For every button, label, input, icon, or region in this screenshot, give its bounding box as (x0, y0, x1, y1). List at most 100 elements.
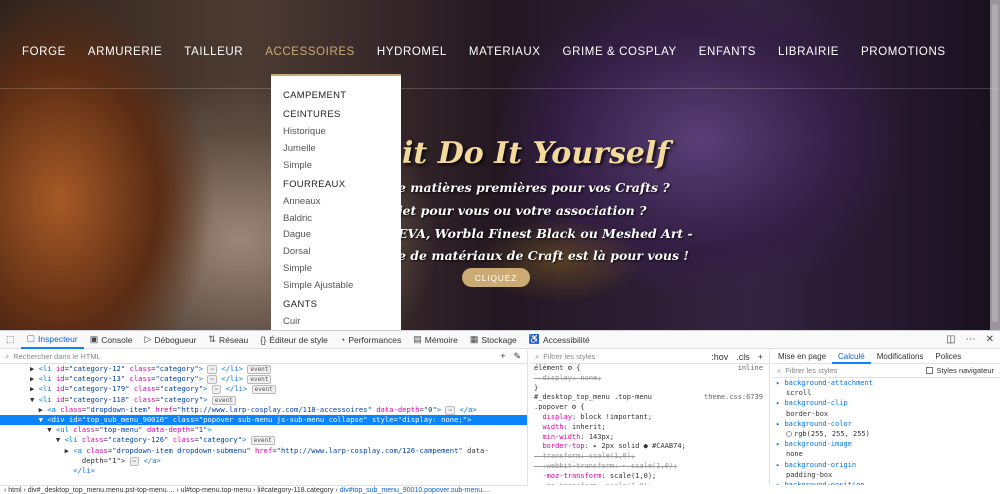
computed-property[interactable]: ▸ background-clip (776, 398, 1000, 408)
markup-node-line[interactable]: </li> (0, 466, 527, 476)
nav-item-tailleur[interactable]: TAILLEUR (184, 46, 265, 58)
computed-property[interactable]: ▸ background-image (776, 439, 1000, 449)
dropdown-item-campement[interactable]: CAMPEMENT (283, 88, 401, 105)
collapsed-badge[interactable]: ⋯ (445, 405, 456, 415)
css-declaration[interactable]: -webkit-transform: ▸ scale(1,0); (534, 462, 677, 470)
css-declaration[interactable]: border-top: ▸ 2px solid ● #CAAB74; (534, 442, 685, 450)
dropdown-item-anneaux[interactable]: Anneaux (283, 194, 401, 211)
css-rule-line[interactable]: display: none; (534, 374, 769, 384)
cliquez-button[interactable]: CLIQUEZ (462, 268, 530, 287)
page-scrollbar[interactable] (990, 0, 1000, 330)
css-rule-line[interactable]: transform: scale(1,0); (534, 452, 769, 462)
css-declaration[interactable]: width: inherit; (534, 423, 605, 431)
rules-filter-bar[interactable]: ⌕ Filtrer les styles :hov .cls + (530, 350, 769, 364)
css-rule-line[interactable]: -ms-transform: scale(1,0); (534, 482, 769, 485)
tab-editeur-de-style[interactable]: {} Éditeur de style (254, 331, 334, 349)
markup-node-line[interactable]: ▶ <li id="category-13" class="category">… (0, 374, 527, 385)
tab-performances[interactable]: ◔ Performances (334, 331, 407, 349)
nav-item-grime-cosplay[interactable]: GRIME & COSPLAY (563, 46, 699, 58)
tab-accessibilite[interactable]: ♿ Accessibilité (523, 331, 596, 349)
add-node-icon[interactable]: + (500, 351, 505, 362)
tab-debogueur[interactable]: ▷ Débogueur (138, 331, 202, 349)
event-badge[interactable]: event (247, 365, 272, 374)
tab-console[interactable]: ▣ Console (84, 331, 139, 349)
css-rule-line[interactable]: .popover ⚙ { (534, 403, 769, 413)
nav-item-hydromel[interactable]: HYDROMEL (377, 46, 469, 58)
css-rule-line[interactable]: width: inherit; (534, 423, 769, 433)
collapsed-badge[interactable]: ⋯ (207, 375, 218, 385)
css-declaration[interactable]: -moz-transform: scale(1,0); (534, 472, 656, 480)
sidebar-tab-polices[interactable]: Polices (929, 350, 967, 364)
css-rule-line[interactable]: display: block !important; (534, 413, 769, 423)
css-rule-line[interactable]: -moz-transform: scale(1,0); (534, 472, 769, 482)
css-rule-line[interactable]: élément ⚙ {inline (534, 364, 769, 374)
css-rule-line[interactable]: min-width: 143px; (534, 433, 769, 443)
rules-button[interactable]: + (758, 352, 763, 362)
rules-button[interactable]: .cls (736, 352, 750, 362)
more-options-icon[interactable]: ⋯ (966, 334, 976, 345)
markup-node-line[interactable]: ▶ <li id="category-179" class="category"… (0, 384, 527, 395)
sidebar-tab-mise-en-page[interactable]: Mise en page (772, 350, 832, 364)
css-declaration[interactable]: display: block !important; (534, 413, 652, 421)
css-rule-line[interactable]: } (534, 384, 769, 394)
dropdown-item-simple[interactable]: Simple (283, 261, 401, 278)
nav-item-promotions[interactable]: PROMOTIONS (861, 46, 968, 58)
dropdown-item-jumelle[interactable]: Jumelle (283, 141, 401, 158)
computed-property[interactable]: ▸ background-position (776, 480, 1000, 485)
breadcrumb-node[interactable]: div#_desktop_top_menu.menu.pst-top-menu.… (28, 487, 175, 494)
close-devtools-icon[interactable]: ✕ (986, 334, 994, 345)
event-badge[interactable]: event (250, 436, 275, 446)
dropdown-item-simple-ajustable[interactable]: Simple Ajustable (283, 278, 401, 295)
nav-item-librairie[interactable]: LIBRAIRIE (778, 46, 861, 58)
tab-stockage[interactable]: ▦ Stockage (464, 331, 523, 349)
tab-reseau[interactable]: ⇅ Réseau (202, 331, 254, 349)
markup-node-line[interactable]: ▼ <ul class="top-menu" data-depth="1"> (0, 425, 527, 435)
tab-memoire[interactable]: ▤ Mémoire (407, 331, 464, 349)
collapsed-badge[interactable]: ⋯ (129, 456, 140, 466)
dropdown-item-fourreaux[interactable]: FOURREAUX (283, 177, 401, 194)
dropdown-item-dorsal[interactable]: Dorsal (283, 244, 401, 261)
browser-styles-toggle[interactable]: Styles navigateur (926, 366, 1000, 375)
markup-node-line[interactable]: ▼ <li class="category-126" class="catego… (0, 435, 527, 446)
sidebar-tab-modifications[interactable]: Modifications (871, 350, 930, 364)
dropdown-item-baldric[interactable]: Baldric (283, 211, 401, 228)
breadcrumb-back-icon[interactable]: ‹ html › (4, 487, 28, 494)
css-declaration[interactable]: transform: scale(1,0); (534, 452, 635, 460)
nav-item-enfants[interactable]: ENFANTS (699, 46, 778, 58)
css-declaration[interactable]: -ms-transform: scale(1,0); (534, 482, 652, 485)
computed-property[interactable]: ▸ background-attachment (776, 378, 1000, 388)
element-picker-icon[interactable]: ⬚ (0, 331, 21, 349)
markup-node-line[interactable]: ▶ <li id="category-12" class="category">… (0, 364, 527, 374)
nav-item-materiaux[interactable]: MATERIAUX (469, 46, 563, 58)
event-badge[interactable]: event (251, 385, 276, 395)
checkbox-icon[interactable] (926, 367, 934, 374)
rules-filter-input[interactable]: Filtrer les styles (543, 352, 595, 361)
dropdown-item-simple[interactable]: Simple (283, 158, 401, 175)
css-rule-line[interactable]: -webkit-transform: ▸ scale(1,0); (534, 462, 769, 472)
computed-property[interactable]: ▸ background-color (776, 419, 1000, 429)
html-search-input[interactable]: Rechercher dans le HTML (13, 352, 101, 361)
markup-node-line[interactable]: ▶ <a class="dropdown-item" href="http://… (0, 405, 527, 415)
dropdown-item-historique[interactable]: Historique (283, 124, 401, 141)
breadcrumb-node[interactable]: div#top_sub_menu_90010.popover.sub-menu.… (340, 487, 490, 494)
markup-node-line[interactable]: ▼ <li id="category-118" class="category"… (0, 395, 527, 405)
nav-item-forge[interactable]: FORGE (0, 46, 88, 58)
markup-node-line[interactable]: ▼ <div id="top_sub_menu_90010" class="po… (0, 415, 527, 426)
dock-icon[interactable]: ◫ (946, 334, 955, 345)
event-badge[interactable]: event (247, 375, 272, 385)
computed-property[interactable]: ▸ background-origin (776, 460, 1000, 470)
dropdown-item-cuir[interactable]: Cuir (283, 314, 401, 330)
css-rule-line[interactable]: border-top: ▸ 2px solid ● #CAAB74; (534, 442, 769, 452)
breadcrumb-node[interactable]: ul#top-menu.top-menu (181, 487, 251, 494)
tab-inspecteur[interactable]: ▢ Inspecteur (20, 331, 84, 349)
css-declaration[interactable]: min-width: 143px; (534, 433, 614, 441)
rules-button[interactable]: :hov (711, 352, 728, 362)
markup-node-line[interactable]: depth="1"> ⋯ </a> (0, 456, 527, 466)
html-search-bar[interactable]: ⌕ Rechercher dans le HTML + ✎ (0, 350, 527, 364)
collapsed-badge[interactable]: ⋯ (207, 365, 218, 374)
computed-filter-input[interactable]: Filtrer les styles (785, 366, 837, 375)
nav-item-armurerie[interactable]: ARMURERIE (88, 46, 184, 58)
sidebar-tab-calcule[interactable]: Calculé (832, 350, 871, 364)
dropdown-item-dague[interactable]: Dague (283, 227, 401, 244)
css-source-file[interactable]: inline (738, 364, 769, 374)
